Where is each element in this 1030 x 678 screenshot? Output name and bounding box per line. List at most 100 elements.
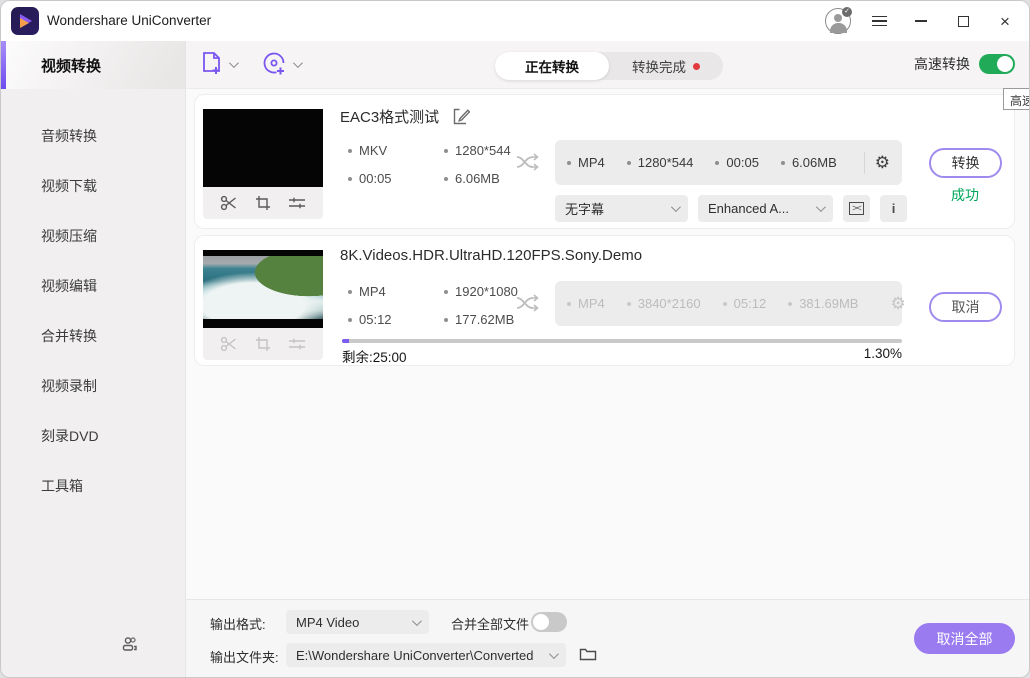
compress-icon: >< [849, 202, 864, 215]
sidebar-item-label: 视频编辑 [41, 278, 97, 294]
sidebar-item-toolbox[interactable]: 工具箱 [1, 461, 185, 511]
cancel-all-button[interactable]: 取消全部 [914, 623, 1015, 654]
target-size: 381.69MB [788, 296, 858, 311]
minimize-button[interactable] [907, 7, 935, 35]
chevron-down-icon [670, 202, 681, 213]
titlebar: Wondershare UniConverter ✓ × [1, 1, 1029, 41]
convert-arrow-icon [515, 151, 541, 173]
maximize-icon [957, 15, 969, 27]
settings-gear-icon: ⚙ [890, 293, 906, 314]
sidebar-item-label: 合并转换 [41, 328, 97, 344]
crop-button-disabled [255, 336, 271, 352]
avatar-head-icon [834, 14, 842, 22]
sidebar-item-video-convert[interactable]: 视频转换 [1, 41, 185, 89]
cancel-button[interactable]: 取消 [929, 292, 1002, 322]
effects-button[interactable] [288, 196, 306, 210]
output-folder-label: 输出文件夹: [210, 650, 279, 665]
status-success: 成功 [951, 187, 979, 203]
add-disc-icon [263, 52, 285, 75]
source-format: MKV [348, 143, 410, 158]
sidebar-item-merge-convert[interactable]: 合并转换 [1, 311, 185, 361]
compress-button[interactable]: >< [843, 195, 870, 222]
audio-value: Enhanced A... [708, 201, 789, 216]
maximize-button[interactable] [949, 7, 977, 35]
chevron-down-icon [411, 615, 422, 626]
avatar-body-icon [829, 23, 847, 33]
tab-converting[interactable]: 正在转换 [495, 52, 609, 80]
sidebar-item-label: 工具箱 [41, 478, 83, 494]
sidebar-item-video-download[interactable]: 视频下载 [1, 161, 185, 211]
target-size: 6.06MB [780, 155, 837, 170]
highspeed-label: 高速转换 [914, 56, 970, 72]
hamburger-icon [871, 15, 887, 27]
convert-button[interactable]: 转换 [929, 148, 1002, 178]
account-avatar[interactable]: ✓ [825, 7, 852, 34]
close-button[interactable]: × [991, 7, 1019, 35]
output-format-value: MP4 Video [296, 614, 360, 630]
effects-button-disabled [288, 337, 306, 351]
subtitle-value: 无字幕 [565, 202, 605, 217]
highspeed-tooltip: 高速 [1003, 88, 1029, 110]
target-duration: 00:05 [715, 155, 759, 170]
tab-finished[interactable]: 转换完成 [609, 52, 723, 80]
output-folder-dropdown[interactable]: E:\Wondershare UniConverter\Converted [286, 643, 566, 667]
sidebar: 视频转换 音频转换 视频下载 视频压缩 视频编辑 合并转换 视频录制 刻录DVD… [1, 41, 186, 677]
app-title: Wondershare UniConverter [47, 13, 212, 28]
sidebar-item-audio-convert[interactable]: 音频转换 [1, 111, 185, 161]
source-duration: 05:12 [348, 312, 410, 327]
output-format-dropdown[interactable]: MP4 Video [286, 610, 429, 634]
rename-button[interactable] [453, 108, 471, 125]
progress-bar [342, 339, 902, 343]
subtitle-dropdown[interactable]: 无字幕 [555, 195, 688, 222]
menu-button[interactable] [865, 7, 893, 35]
users-icon[interactable] [121, 635, 139, 653]
info-icon: i [891, 201, 896, 216]
task-title: EAC3格式测试 [340, 109, 440, 126]
merge-all-toggle[interactable] [531, 612, 567, 632]
tab-label: 正在转换 [525, 60, 579, 75]
audio-dropdown[interactable]: Enhanced A... [698, 195, 833, 222]
open-folder-button[interactable] [579, 646, 597, 662]
sidebar-item-video-compress[interactable]: 视频压缩 [1, 211, 185, 261]
task-row: 8K.Videos.HDR.UltraHD.120FPS.Sony.Demo M… [194, 235, 1015, 366]
progress-fill [342, 339, 350, 343]
source-size: 177.62MB [444, 312, 514, 327]
chevron-down-icon [292, 57, 303, 68]
highspeed-toggle[interactable] [979, 54, 1015, 74]
sidebar-item-burn-dvd[interactable]: 刻录DVD [1, 411, 185, 461]
toggle-knob [997, 56, 1013, 72]
output-settings-box[interactable]: MP4 1280*544 00:05 6.06MB ⚙ [555, 140, 902, 185]
sidebar-item-label: 视频转换 [41, 57, 102, 75]
task-list: EAC3格式测试 MKV 1280*544 00:05 6.06MB MP4 1… [186, 89, 1029, 599]
merge-all-label: 合并全部文件 [451, 617, 530, 632]
add-files-button[interactable] [200, 51, 239, 77]
chevron-down-icon [815, 202, 826, 213]
notification-dot [693, 62, 700, 70]
avatar-check-badge: ✓ [842, 7, 852, 17]
app-logo-icon [11, 7, 39, 35]
target-format: MP4 [567, 155, 605, 170]
load-dvd-button[interactable] [262, 51, 303, 77]
crop-button[interactable] [255, 195, 271, 211]
source-resolution: 1920*1080 [444, 284, 518, 299]
tab-label: 转换完成 [632, 60, 686, 75]
sidebar-item-label: 视频压缩 [41, 228, 97, 244]
sidebar-item-screen-record[interactable]: 视频录制 [1, 361, 185, 411]
target-format: MP4 [567, 296, 605, 311]
task-title: 8K.Videos.HDR.UltraHD.120FPS.Sony.Demo [340, 247, 643, 264]
info-button[interactable]: i [880, 195, 907, 222]
source-resolution: 1280*544 [444, 143, 511, 158]
output-folder-value: E:\Wondershare UniConverter\Converted [296, 647, 534, 663]
video-thumbnail [203, 109, 323, 187]
trim-button[interactable] [220, 195, 238, 211]
source-duration: 00:05 [348, 171, 410, 186]
sidebar-item-video-edit[interactable]: 视频编辑 [1, 261, 185, 311]
output-settings-box-disabled: MP4 3840*2160 05:12 381.69MB ⚙ [555, 281, 906, 326]
settings-gear-icon[interactable]: ⚙ [875, 153, 890, 173]
close-icon: × [1000, 11, 1010, 31]
target-resolution: 3840*2160 [626, 296, 701, 311]
footer-bar: 输出格式: MP4 Video 合并全部文件 输出文件夹: E:\Wonders… [186, 599, 1029, 677]
main-toolbar: 正在转换 转换完成 高速转换 [186, 41, 1029, 89]
source-size: 6.06MB [444, 171, 506, 186]
convert-arrow-icon [515, 292, 541, 314]
